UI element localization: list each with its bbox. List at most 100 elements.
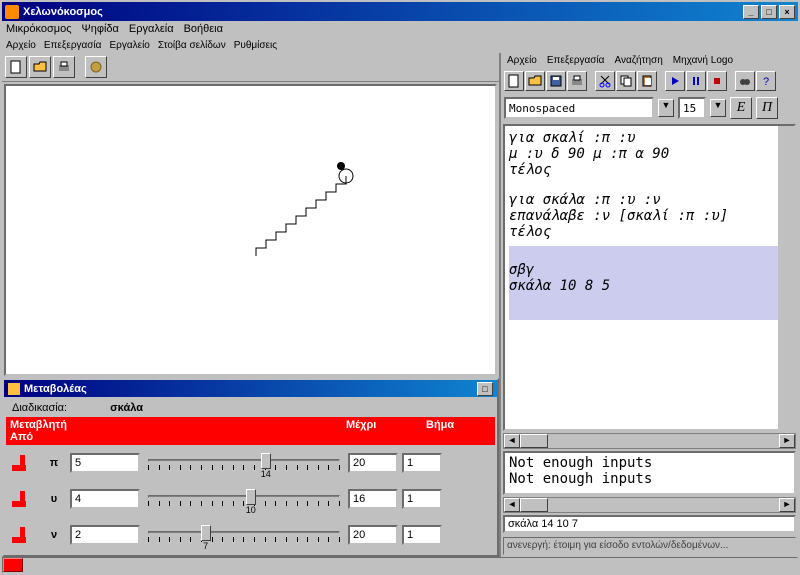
rmenu-file[interactable]: Αρχείο: [507, 55, 537, 66]
minimize-button[interactable]: _: [743, 5, 759, 19]
step-input[interactable]: [402, 489, 442, 509]
procedure-name: σκάλα: [110, 402, 143, 414]
scroll-right-icon[interactable]: ►: [779, 434, 795, 448]
turtle-canvas[interactable]: [4, 84, 497, 376]
font-size-value: 15: [683, 102, 696, 115]
code-scrollbar-v[interactable]: [778, 126, 794, 429]
web-icon[interactable]: [85, 56, 107, 78]
header-from: Από: [10, 431, 33, 443]
paste-icon[interactable]: [637, 71, 657, 91]
menu-help[interactable]: Βοήθεια: [184, 23, 223, 35]
step-input[interactable]: [402, 525, 442, 545]
rmenu-search[interactable]: Αναζήτηση: [614, 55, 662, 66]
sliders-maximize-button[interactable]: □: [477, 382, 493, 396]
font-style-pi-button[interactable]: Π: [756, 97, 778, 119]
step-input[interactable]: [402, 453, 442, 473]
right-menubar: Αρχείο Επεξεργασία Αναζήτηση Μηχανή Logo: [501, 53, 798, 68]
from-input[interactable]: [70, 489, 140, 509]
code-editor[interactable]: για σκαλί :π :υ μ :υ δ 90 μ :π α 90 τέλο…: [503, 124, 796, 431]
scroll-thumb[interactable]: [520, 434, 548, 448]
menu-microcosm[interactable]: Μικρόκοσμος: [6, 23, 72, 35]
header-step: Βήμα: [426, 419, 486, 443]
help-icon[interactable]: ?: [756, 71, 776, 91]
command-input[interactable]: σκάλα 14 10 7: [503, 515, 796, 533]
error-line: Not enough inputs: [509, 455, 790, 471]
copy-icon[interactable]: [616, 71, 636, 91]
error-scrollbar-h[interactable]: ◄ ►: [503, 497, 796, 513]
cut-icon[interactable]: [595, 71, 615, 91]
menu-edit[interactable]: Επεξεργασία: [44, 40, 102, 51]
save-icon[interactable]: [546, 71, 566, 91]
error-output: Not enough inputs Not enough inputs: [503, 451, 796, 495]
print-icon[interactable]: [567, 71, 587, 91]
code-line: τέλος: [509, 224, 790, 240]
slider-track[interactable]: 14: [144, 449, 344, 477]
slider-thumb[interactable]: [201, 525, 211, 541]
code-line: για σκάλα :π :υ :ν: [509, 192, 790, 208]
pause-icon[interactable]: [686, 71, 706, 91]
svg-text:?: ?: [763, 76, 769, 88]
to-input[interactable]: [348, 489, 398, 509]
open-icon[interactable]: [525, 71, 545, 91]
menu-tool[interactable]: Εργαλείο: [109, 40, 149, 51]
slider-row: ν7: [6, 517, 495, 553]
to-input[interactable]: [348, 525, 398, 545]
slider-value-label: 10: [246, 505, 256, 515]
scroll-left-icon[interactable]: ◄: [504, 434, 520, 448]
scroll-left-icon[interactable]: ◄: [504, 498, 520, 512]
code-line: τέλος: [509, 162, 790, 178]
scroll-right-icon[interactable]: ►: [779, 498, 795, 512]
maximize-button[interactable]: □: [761, 5, 777, 19]
app-icon: [5, 5, 19, 19]
sliders-icon: [8, 383, 20, 395]
error-line: Not enough inputs: [509, 471, 790, 487]
turtle-drawing: [246, 146, 376, 266]
procedure-line: Διαδικασία: σκάλα: [6, 399, 495, 417]
sliders-titlebar: Μεταβολέας □: [4, 380, 497, 397]
scroll-thumb[interactable]: [520, 498, 548, 512]
new-icon[interactable]: [504, 71, 524, 91]
rmenu-logo[interactable]: Μηχανή Logo: [673, 55, 733, 66]
menu-file[interactable]: Αρχείο: [6, 40, 36, 51]
slider-thumb[interactable]: [261, 453, 271, 469]
slider-track[interactable]: 7: [144, 521, 344, 549]
play-icon[interactable]: [665, 71, 685, 91]
menu-pagestack[interactable]: Στοίβα σελίδων: [158, 40, 226, 51]
procedure-label: Διαδικασία:: [12, 402, 67, 414]
slider-thumb[interactable]: [246, 489, 256, 505]
sliders-window: Μεταβολέας □ Διαδικασία: σκάλα Μεταβλητή…: [2, 378, 499, 557]
font-name-combo[interactable]: Monospaced: [504, 97, 654, 119]
slider-icon[interactable]: [8, 453, 38, 473]
font-style-e-button[interactable]: E: [730, 97, 752, 119]
menu-settings[interactable]: Ρυθμίσεις: [234, 40, 277, 51]
slider-icon[interactable]: [8, 489, 38, 509]
font-name-value: Monospaced: [509, 102, 575, 115]
binoculars-icon[interactable]: [735, 71, 755, 91]
print-icon[interactable]: [53, 56, 75, 78]
code-line: μ :υ δ 90 μ :π α 90: [509, 146, 790, 162]
font-size-combo[interactable]: 15: [678, 97, 706, 119]
from-input[interactable]: [70, 525, 140, 545]
new-icon[interactable]: [5, 56, 27, 78]
rmenu-edit[interactable]: Επεξεργασία: [547, 55, 605, 66]
slider-icon[interactable]: [8, 525, 38, 545]
status-bar: ανενεργή: έτοιμη για είσοδο εντολών/δεδο…: [503, 537, 796, 555]
slider-value-label: 14: [261, 469, 271, 479]
menu-chip[interactable]: Ψηφίδα: [82, 23, 119, 35]
close-button[interactable]: ×: [779, 5, 795, 19]
slider-track[interactable]: 10: [144, 485, 344, 513]
code-line: επανάλαβε :ν [σκαλί :π :υ]: [509, 208, 790, 224]
bottom-scroll-thumb[interactable]: [3, 558, 23, 572]
to-input[interactable]: [348, 453, 398, 473]
code-scrollbar-h[interactable]: ◄ ►: [503, 433, 796, 449]
window-title: Χελωνόκοσμος: [23, 6, 743, 18]
stop-icon[interactable]: [707, 71, 727, 91]
from-input[interactable]: [70, 453, 140, 473]
menu-tools[interactable]: Εργαλεία: [129, 23, 174, 35]
open-icon[interactable]: [29, 56, 51, 78]
font-size-dropdown-icon[interactable]: ▼: [710, 99, 726, 117]
variable-name: π: [42, 457, 66, 469]
font-toolbar: Monospaced ▼ 15 ▼ E Π: [501, 94, 798, 122]
bottom-scrollbar[interactable]: [2, 557, 798, 573]
font-name-dropdown-icon[interactable]: ▼: [658, 99, 674, 117]
